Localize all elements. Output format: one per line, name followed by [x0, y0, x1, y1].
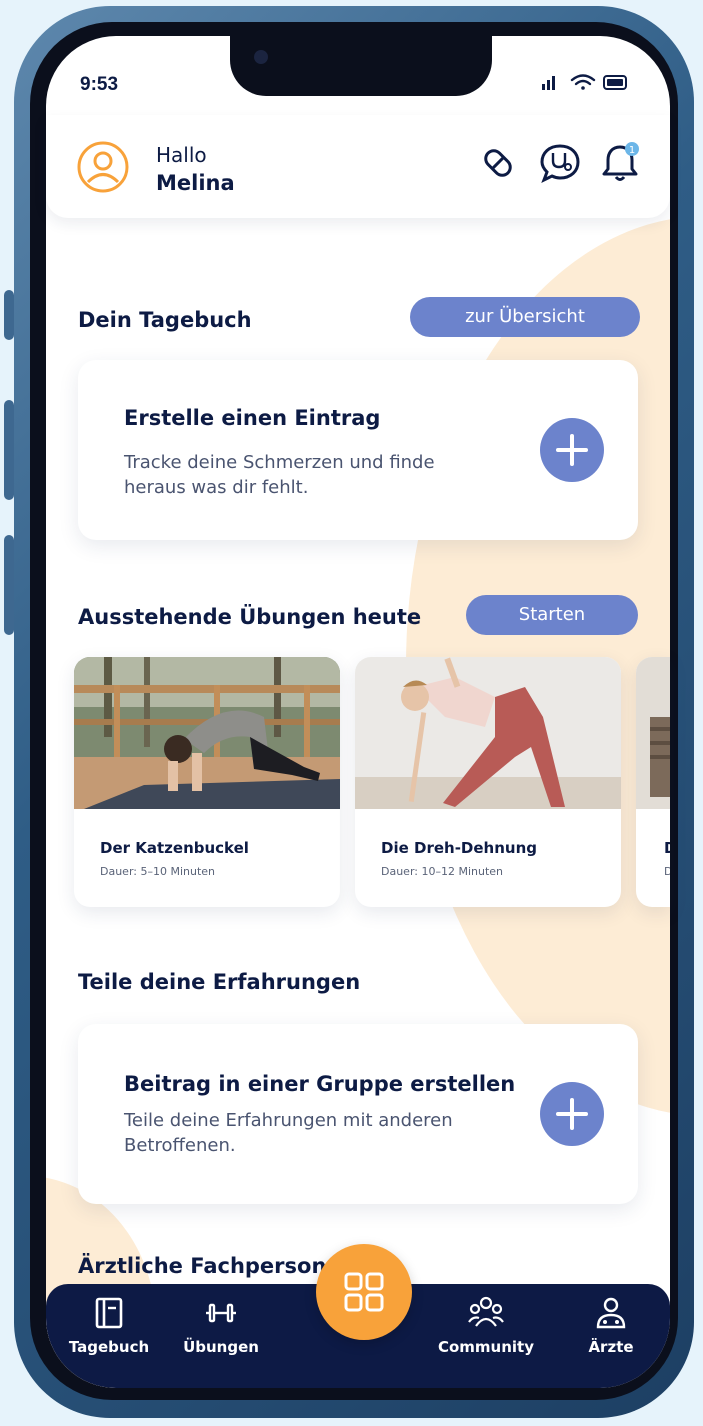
app-header: Hallo Melina 1: [46, 115, 670, 218]
nav-label: Übungen: [183, 1338, 259, 1356]
exercise-card[interactable]: Die Dreh-Dehnung Dauer: 10–12 Minuten: [355, 657, 621, 907]
nav-item-uebungen[interactable]: Übungen: [166, 1296, 276, 1376]
overview-button[interactable]: zur Übersicht: [410, 297, 640, 337]
create-entry-title: Erstelle einen Eintrag: [124, 406, 381, 430]
mute-switch: [4, 290, 14, 340]
signal-icon: [542, 76, 555, 90]
doctor-chat-icon[interactable]: [538, 141, 582, 185]
volume-up-button: [4, 400, 14, 500]
notch: [230, 36, 492, 96]
create-post-title: Beitrag in einer Gruppe erstellen: [124, 1072, 516, 1096]
add-entry-button[interactable]: [540, 418, 604, 482]
wifi-icon: [570, 74, 596, 90]
nav-label: Ärzte: [588, 1338, 634, 1356]
exercise-card[interactable]: D D: [636, 657, 670, 907]
create-entry-card[interactable]: Erstelle einen Eintrag Tracke deine Schm…: [78, 360, 638, 540]
grid-icon: [344, 1272, 384, 1312]
exercise-image-partial: [636, 657, 670, 809]
battery-icon: [603, 75, 627, 90]
nav-item-aerzte[interactable]: Ärzte: [556, 1296, 666, 1376]
status-icons: [542, 74, 627, 90]
status-time: 9:53: [80, 74, 119, 95]
nav-label: Tagebuch: [68, 1338, 150, 1356]
greeting-text: Hallo: [156, 143, 207, 167]
exercise-image-cat-stretch: [74, 657, 340, 809]
community-section-title: Teile deine Erfahrungen: [78, 970, 361, 994]
diary-section-title: Dein Tagebuch: [78, 308, 252, 332]
create-post-card[interactable]: Beitrag in einer Gruppe erstellen Teile …: [78, 1024, 638, 1204]
exercise-image-twist-stretch: [355, 657, 621, 809]
exercises-section-title: Ausstehende Übungen heute: [78, 605, 422, 629]
exercise-duration: Dauer: 10–12 Minuten: [381, 865, 504, 878]
exercise-title: Die Dreh-Dehnung: [381, 839, 537, 857]
exercise-duration: Dauer: 5–10 Minuten: [100, 865, 216, 878]
nav-item-tagebuch[interactable]: Tagebuch: [54, 1296, 164, 1376]
avatar[interactable]: [76, 140, 130, 194]
bell-icon[interactable]: 1: [598, 141, 642, 185]
nav-item-community[interactable]: Community: [431, 1296, 541, 1376]
create-post-text: Teile deine Erfahrungen mit anderen Betr…: [124, 1110, 453, 1156]
doctor-icon: [596, 1297, 626, 1329]
front-camera: [254, 50, 268, 64]
exercise-title: D: [664, 839, 670, 857]
create-entry-text: Tracke deine Schmerzen und finde heraus …: [124, 452, 435, 498]
add-post-button[interactable]: [540, 1082, 604, 1146]
pill-icon[interactable]: [476, 141, 520, 185]
diary-icon: [95, 1297, 123, 1329]
community-icon: [468, 1296, 504, 1327]
exercise-title: Der Katzenbuckel: [100, 839, 249, 857]
center-menu-button[interactable]: [316, 1244, 412, 1340]
start-exercises-button[interactable]: Starten: [466, 595, 638, 635]
doctors-section-title: Ärztliche Fachperson f: [78, 1254, 343, 1278]
user-name: Melina: [156, 171, 235, 195]
exercise-card[interactable]: Der Katzenbuckel Dauer: 5–10 Minuten: [74, 657, 340, 907]
notification-badge: 1: [629, 145, 635, 156]
exercise-duration: D: [664, 865, 670, 878]
dumbbell-icon: [206, 1303, 236, 1323]
nav-label: Community: [437, 1338, 535, 1356]
volume-down-button: [4, 535, 14, 635]
